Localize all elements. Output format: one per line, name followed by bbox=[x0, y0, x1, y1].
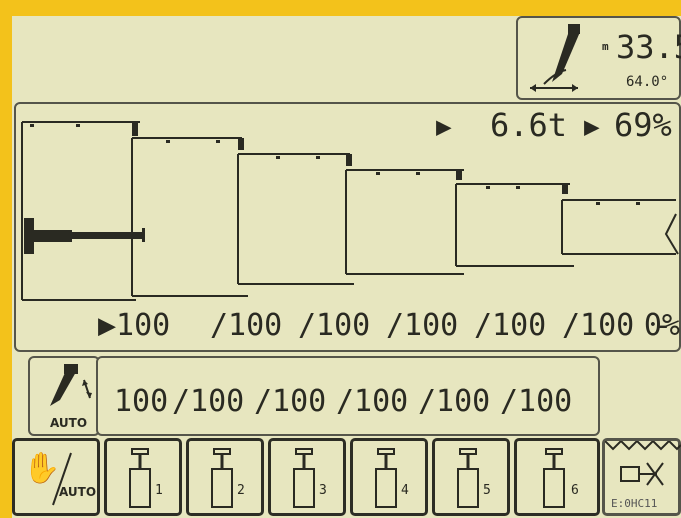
cylinder-number-1: 1 bbox=[155, 483, 163, 498]
cylinder-number-3: 3 bbox=[319, 483, 327, 498]
crane-display: m 33.5 64.0° ▶ 6.6t ▶ 69% bbox=[12, 16, 681, 518]
cylinder-button-3[interactable]: 3 bbox=[268, 438, 346, 516]
cylinder-button-5[interactable]: 5 bbox=[432, 438, 510, 516]
cylinder-icon bbox=[129, 448, 151, 508]
boom-angle-icon bbox=[530, 24, 580, 92]
auto-value-2: /100 bbox=[172, 384, 245, 419]
manual-auto-button[interactable]: ✋ AUTO bbox=[12, 438, 100, 516]
cylinder-button-6[interactable]: 6 bbox=[514, 438, 600, 516]
error-code: E:0HC11 bbox=[611, 497, 658, 510]
section-2-pct: /100 bbox=[210, 308, 283, 343]
section-1-pct: ▶100 bbox=[98, 308, 171, 343]
section-5-pct: /100 bbox=[474, 308, 547, 343]
boom-angle: 64.0° bbox=[626, 74, 669, 90]
cylinder-number-2: 2 bbox=[237, 483, 245, 498]
cylinder-number-5: 5 bbox=[483, 483, 491, 498]
cylinder-icon bbox=[375, 448, 397, 508]
auto-value-1: 100 bbox=[114, 384, 169, 419]
auto-value-6: /100 bbox=[500, 384, 573, 419]
overall-pct: 0% bbox=[643, 308, 680, 343]
length-unit: m bbox=[602, 40, 609, 53]
cylinder-button-1[interactable]: 1 bbox=[104, 438, 182, 516]
auto-value-5: /100 bbox=[418, 384, 491, 419]
auto-values-panel: 100 /100 /100 /100 /100 /100 bbox=[96, 356, 600, 436]
auto-mode-indicator[interactable]: AUTO bbox=[28, 356, 100, 436]
boom-info-panel: m 33.5 64.0° bbox=[516, 16, 681, 100]
telescope-diagram bbox=[21, 121, 679, 301]
section-4-pct: /100 bbox=[386, 308, 459, 343]
cylinder-number-6: 6 bbox=[571, 483, 579, 498]
cylinder-number-4: 4 bbox=[401, 483, 409, 498]
auto-value-3: /100 bbox=[254, 384, 327, 419]
warning-zigzag-icon bbox=[605, 441, 681, 451]
boom-auto-icon bbox=[50, 364, 92, 406]
auto-label: AUTO bbox=[50, 416, 88, 430]
cylinder-icon bbox=[543, 448, 565, 508]
disconnected-sensor-icon bbox=[620, 462, 664, 486]
cylinder-icon bbox=[293, 448, 315, 508]
section-3-pct: /100 bbox=[298, 308, 371, 343]
cylinder-icon bbox=[211, 448, 233, 508]
manual-auto-label: AUTO bbox=[59, 485, 97, 499]
error-button[interactable]: E:0HC11 bbox=[602, 438, 681, 516]
telescope-panel: ▶ 6.6t ▶ 69% ▶100 /100 /100 /100 /100 /1… bbox=[14, 102, 681, 352]
boom-length: 33.5 bbox=[616, 28, 681, 66]
cylinder-button-2[interactable]: 2 bbox=[186, 438, 264, 516]
cylinder-icon bbox=[457, 448, 479, 508]
auto-value-4: /100 bbox=[336, 384, 409, 419]
slash-divider-icon bbox=[52, 452, 72, 506]
section-6-pct: /100 bbox=[562, 308, 635, 343]
cylinder-button-4[interactable]: 4 bbox=[350, 438, 428, 516]
